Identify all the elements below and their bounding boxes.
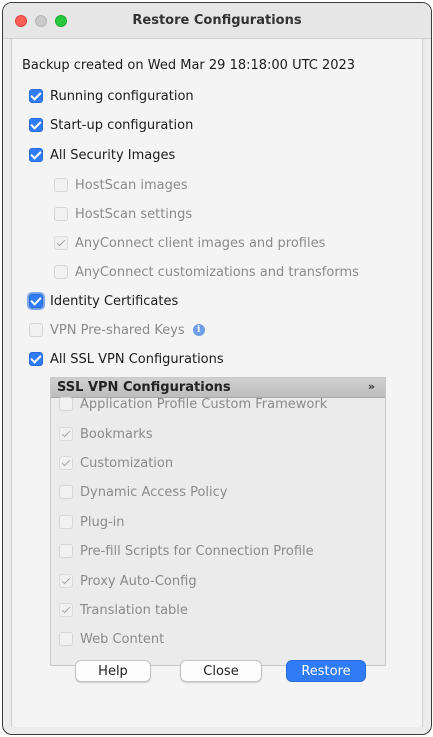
backup-info: Backup created on Wed Mar 29 18:18:00 UT… xyxy=(22,55,355,75)
dialog-content: Backup created on Wed Mar 29 18:18:00 UT… xyxy=(11,39,423,727)
ssl-item: Translation table xyxy=(59,600,188,620)
option-anyconnect-images: AnyConnect client images and profiles xyxy=(54,233,325,253)
restore-button[interactable]: Restore xyxy=(286,660,366,682)
identity-certificates-label: Identity Certificates xyxy=(50,293,179,309)
all-security-images-checkbox[interactable] xyxy=(29,148,43,162)
ssl-item: Customization xyxy=(59,453,173,473)
ssl-item-checkbox xyxy=(59,485,73,499)
running-configuration-checkbox[interactable] xyxy=(29,89,43,103)
info-icon[interactable]: i xyxy=(192,324,205,336)
hostscan-images-checkbox xyxy=(54,178,68,192)
ssl-item: Proxy Auto-Config xyxy=(59,571,197,591)
backup-info-text: Backup created on Wed Mar 29 18:18:00 UT… xyxy=(22,57,356,73)
anyconnect-images-checkbox xyxy=(54,236,68,250)
ssl-item-label: Translation table xyxy=(80,602,188,618)
ssl-item-label: Bookmarks xyxy=(80,426,153,442)
ssl-vpn-panel-title: SSL VPN Configurations xyxy=(57,380,231,395)
ssl-item-checkbox xyxy=(59,574,73,588)
hostscan-settings-checkbox xyxy=(54,207,68,221)
restore-configurations-window: Restore Configurations Backup created on… xyxy=(2,2,432,735)
identity-certificates-checkbox[interactable] xyxy=(29,294,43,308)
ssl-item-label: Proxy Auto-Config xyxy=(80,573,197,589)
ssl-item-checkbox xyxy=(59,544,73,558)
ssl-item-checkbox xyxy=(59,515,73,529)
window-title: Restore Configurations xyxy=(132,13,302,28)
startup-configuration-label: Start-up configuration xyxy=(50,117,194,133)
ssl-item-checkbox xyxy=(59,603,73,617)
ssl-item-checkbox xyxy=(59,397,73,411)
option-anyconnect-customizations: AnyConnect customizations and transforms xyxy=(54,262,359,282)
ssl-item: Pre-fill Scripts for Connection Profile xyxy=(59,541,314,561)
option-vpn-preshared-keys: VPN Pre-shared Keys i xyxy=(29,320,205,340)
ssl-item-checkbox xyxy=(59,456,73,470)
option-identity-certificates[interactable]: Identity Certificates xyxy=(29,291,178,311)
ssl-item-label: Plug-in xyxy=(80,514,125,530)
title-bar: Restore Configurations xyxy=(3,3,431,39)
ssl-item: Web Content xyxy=(59,629,164,649)
option-hostscan-settings: HostScan settings xyxy=(54,204,192,224)
ssl-item: Bookmarks xyxy=(59,424,153,444)
anyconnect-customizations-label: AnyConnect customizations and transforms xyxy=(75,264,359,280)
ssl-item-label: Customization xyxy=(80,455,174,471)
all-ssl-vpn-label: All SSL VPN Configurations xyxy=(50,351,224,367)
vpn-preshared-keys-label: VPN Pre-shared Keys xyxy=(50,322,185,338)
ssl-item-checkbox xyxy=(59,427,73,441)
ssl-vpn-configurations-panel: SSL VPN Configurations » Application Pro… xyxy=(50,377,386,666)
hostscan-images-label: HostScan images xyxy=(75,177,188,193)
close-button[interactable]: Close xyxy=(180,660,262,682)
option-all-security-images[interactable]: All Security Images xyxy=(29,145,175,165)
ssl-item-label: Application Profile Custom Framework xyxy=(80,396,328,412)
option-running-configuration[interactable]: Running configuration xyxy=(29,86,194,106)
ssl-item: Dynamic Access Policy xyxy=(59,482,228,502)
ssl-item: Plug-in xyxy=(59,512,124,532)
vpn-preshared-keys-checkbox xyxy=(29,323,43,337)
startup-configuration-checkbox[interactable] xyxy=(29,118,43,132)
option-startup-configuration[interactable]: Start-up configuration xyxy=(29,115,193,135)
option-hostscan-images: HostScan images xyxy=(54,175,188,195)
all-ssl-vpn-checkbox[interactable] xyxy=(29,352,43,366)
option-all-ssl-vpn[interactable]: All SSL VPN Configurations xyxy=(29,349,224,369)
running-configuration-label: Running configuration xyxy=(50,88,194,104)
anyconnect-images-label: AnyConnect client images and profiles xyxy=(75,235,326,251)
anyconnect-customizations-checkbox xyxy=(54,265,68,279)
ssl-item-checkbox xyxy=(59,632,73,646)
all-security-images-label: All Security Images xyxy=(50,147,176,163)
ssl-item-label: Dynamic Access Policy xyxy=(80,484,228,500)
ssl-item: Application Profile Custom Framework xyxy=(59,394,327,414)
ssl-item-label: Web Content xyxy=(80,631,165,647)
collapse-icon[interactable]: » xyxy=(368,381,375,393)
hostscan-settings-label: HostScan settings xyxy=(75,206,193,222)
help-button[interactable]: Help xyxy=(75,660,151,682)
ssl-item-label: Pre-fill Scripts for Connection Profile xyxy=(80,543,314,559)
